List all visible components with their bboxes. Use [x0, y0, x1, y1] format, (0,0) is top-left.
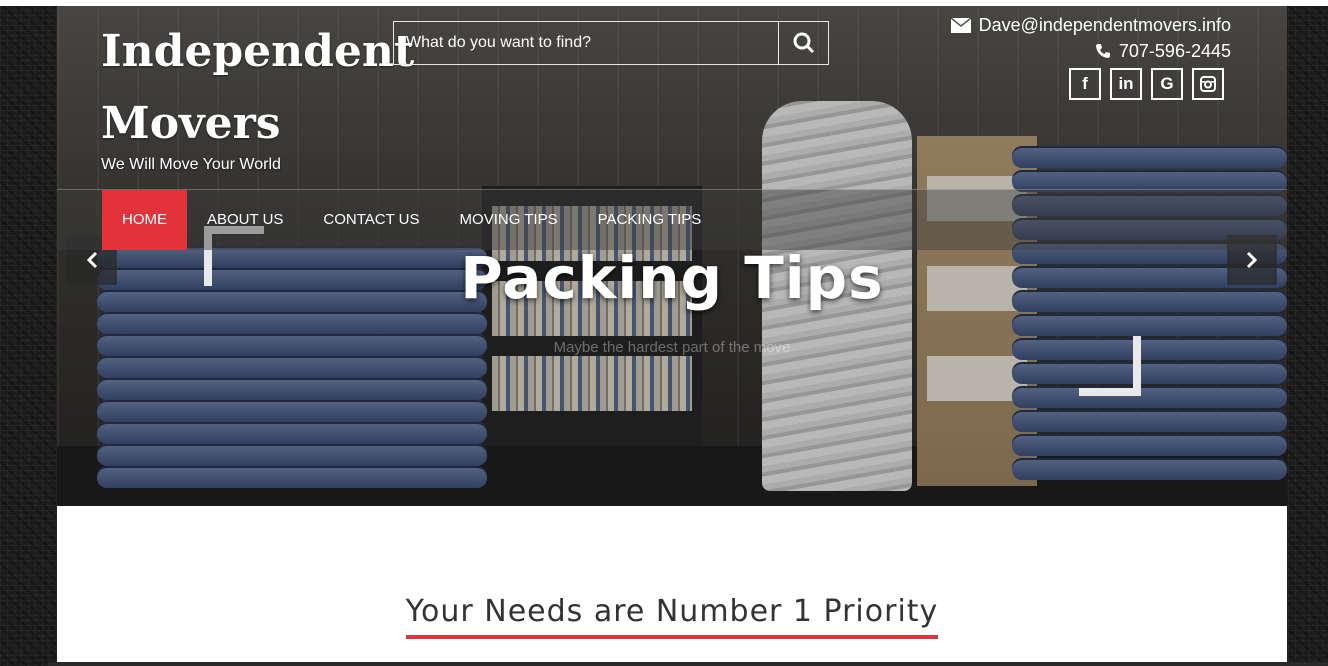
instagram-glyph-icon	[1200, 76, 1216, 92]
instagram-icon[interactable]	[1192, 68, 1224, 100]
site-tagline: We Will Move Your World	[101, 156, 281, 173]
chevron-left-icon	[86, 251, 98, 269]
envelope-icon	[950, 17, 971, 33]
slide-title: Packing Tips	[460, 244, 884, 312]
section-heading: Your Needs are Number 1 Priority	[405, 594, 939, 639]
social-links: f in G	[1069, 68, 1224, 100]
contact-phone[interactable]: 707-596-2445	[1119, 38, 1231, 64]
google-icon[interactable]: G	[1151, 68, 1183, 100]
linkedin-icon[interactable]: in	[1110, 68, 1142, 100]
nav-item-home[interactable]: HOME	[102, 190, 187, 250]
search-icon	[793, 32, 814, 54]
search-input[interactable]	[394, 22, 780, 64]
site-logo[interactable]: Independent Movers	[101, 16, 414, 160]
chevron-right-icon	[1246, 251, 1258, 269]
slide-subtitle: Maybe the hardest part of the move	[553, 339, 791, 356]
search-form	[393, 21, 829, 65]
page-container: Packing Tips Maybe the hardest part of t…	[57, 6, 1287, 666]
facebook-icon[interactable]: f	[1069, 68, 1101, 100]
section-heading-wrapper: Your Needs are Number 1 Priority	[57, 594, 1287, 639]
nav-item-about-us[interactable]: ABOUT US	[187, 190, 303, 250]
search-button[interactable]	[778, 22, 828, 64]
nav-item-contact-us[interactable]: CONTACT US	[303, 190, 439, 250]
nav-item-packing-tips[interactable]: PACKING TIPS	[578, 190, 722, 250]
contact-email[interactable]: Dave@independentmovers.info	[979, 12, 1231, 38]
contact-info: Dave@independentmovers.info 707-596-2445	[950, 12, 1231, 64]
phone-icon	[1095, 44, 1110, 58]
nav-item-moving-tips[interactable]: MOVING TIPS	[440, 190, 578, 250]
main-navigation: HOME ABOUT US CONTACT US MOVING TIPS PAC…	[57, 189, 1287, 250]
bottom-bar	[48, 662, 1328, 666]
